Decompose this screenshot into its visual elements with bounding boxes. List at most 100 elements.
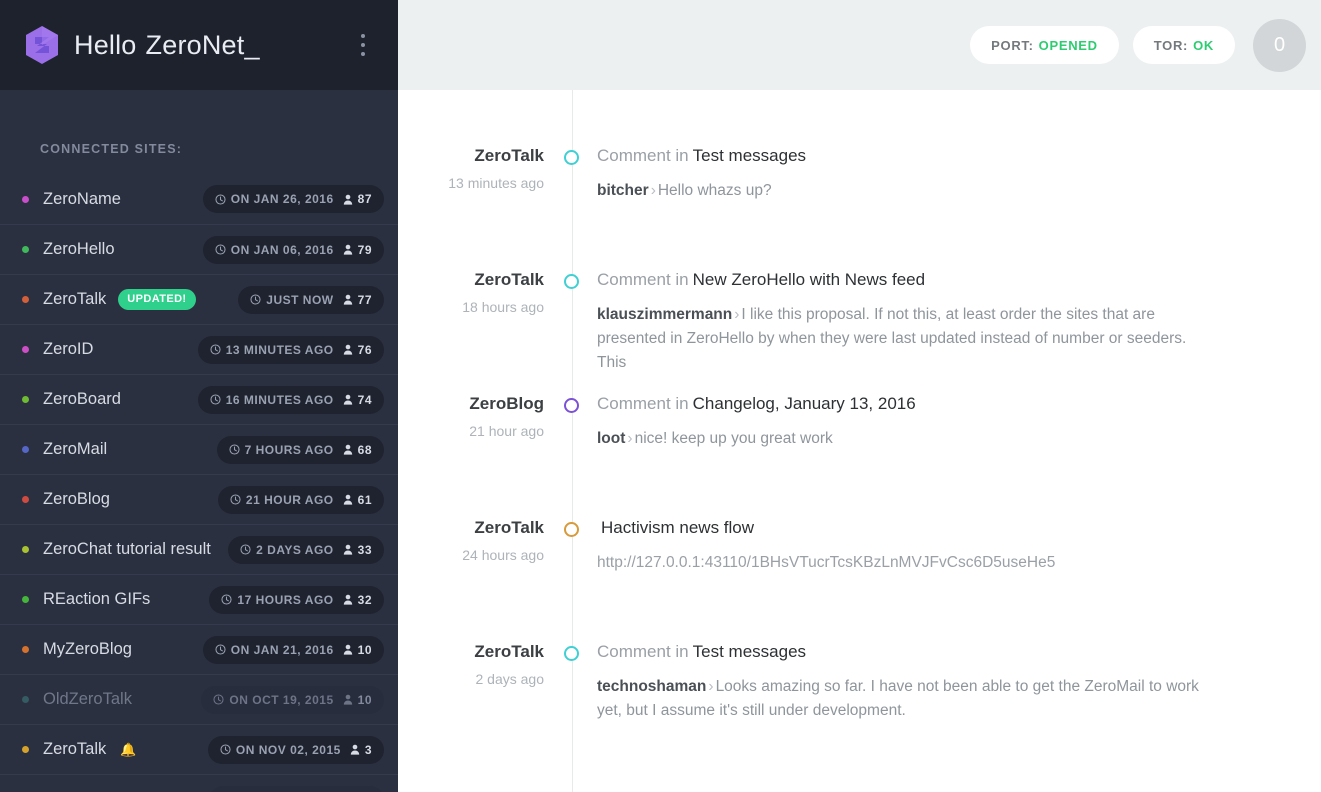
feed-timestamp: 24 hours ago: [398, 547, 544, 563]
site-peer-count: 33: [358, 543, 372, 557]
kebab-menu-icon[interactable]: [350, 29, 376, 61]
feed-meta: ZeroTalk 2 days ago: [398, 643, 558, 767]
connected-sites-label: CONNECTED SITES:: [0, 90, 398, 174]
site-last-updated: 2 DAYS AGO: [256, 543, 333, 557]
tor-status-badge[interactable]: TOR: OK: [1133, 26, 1235, 64]
feed-title-row[interactable]: Comment inTest messages: [597, 643, 1291, 660]
port-status-badge[interactable]: PORT: OPENED: [970, 26, 1119, 64]
site-meta-pill: ON DEC 12, 20153: [209, 786, 384, 792]
feed-content: Comment inTest messagestechnoshaman›Look…: [558, 643, 1321, 767]
site-peer-count: 68: [358, 443, 372, 457]
site-name: ZeroID: [43, 340, 93, 359]
feed-site-name: ZeroBlog: [398, 395, 544, 412]
feed-link[interactable]: http://127.0.0.1:43110/1BHsVTucrTcsKBzLn…: [597, 551, 1202, 575]
site-name: ZeroTalk: [43, 290, 106, 309]
sidebar-site-row[interactable]: REaction GIFs17 HOURS AGO32: [0, 574, 398, 624]
status-bar: PORT: OPENED TOR: OK 0: [398, 0, 1321, 90]
sidebar-site-row[interactable]: ZeroID 13 MINUTES AGO 76: [0, 324, 398, 374]
site-status-dot: [22, 196, 29, 203]
port-value: OPENED: [1039, 38, 1098, 53]
avatar-glyph: 0: [1274, 34, 1285, 57]
site-status-dot: [22, 646, 29, 653]
site-peer-count: 79: [358, 243, 372, 257]
feed-comment-prefix: Comment in: [597, 270, 689, 289]
feed-author: bitcher: [597, 182, 649, 199]
feed-site-name: ZeroTalk: [398, 271, 544, 288]
site-last-updated: JUST NOW: [266, 293, 333, 307]
feed-title: Test messages: [693, 642, 806, 661]
sidebar-site-row[interactable]: MyZeroBlogON JAN 21, 201610: [0, 624, 398, 674]
site-name: MyZeroBlog: [43, 640, 132, 659]
feed-author: loot: [597, 430, 625, 447]
feed-separator: ›: [734, 306, 739, 323]
site-name: ZeroTalk: [43, 740, 106, 759]
site-status-dot: [22, 296, 29, 303]
site-peer-count: 76: [358, 343, 372, 357]
feed-marker-icon: [564, 522, 579, 537]
feed-item[interactable]: ZeroTalk18 hours agoComment inNew ZeroHe…: [398, 271, 1321, 395]
sidebar-site-row[interactable]: ZeroHelloON JAN 06, 201679: [0, 224, 398, 274]
feed-content: Hactivism news flow http://127.0.0.1:4311…: [558, 519, 1321, 643]
site-meta-pill: ON NOV 02, 20153: [208, 736, 384, 764]
feed-item[interactable]: ZeroTalk13 minutes agoComment inTest mes…: [398, 147, 1321, 271]
site-meta-pill: ON OCT 19, 201510: [201, 686, 384, 714]
site-meta-pill: 17 HOURS AGO32: [209, 586, 384, 614]
site-meta-pill: 7 HOURS AGO 68: [217, 436, 384, 464]
sidebar-site-row[interactable]: ZeroBoard16 MINUTES AGO74: [0, 374, 398, 424]
site-status-dot: [22, 346, 29, 353]
feed-separator: ›: [651, 182, 656, 199]
feed-comment-prefix: Comment in: [597, 146, 689, 165]
feed-item[interactable]: ZeroTalk24 hours agoHactivism news flowh…: [398, 519, 1321, 643]
sidebar-site-row[interactable]: ZeroNet binON DEC 12, 20153: [0, 774, 398, 792]
feed-item[interactable]: ZeroTalk 2 days ago Comment inTest message…: [398, 643, 1321, 767]
site-meta-pill: ON JAN 26, 2016 87: [203, 185, 384, 213]
site-peer-count: 87: [358, 192, 372, 206]
site-status-dot: [22, 546, 29, 553]
feed-title: Test messages: [693, 146, 806, 165]
site-peer-count: 61: [358, 493, 372, 507]
feed-separator: ›: [708, 678, 713, 695]
main-panel: PORT: OPENED TOR: OK 0 ZeroTalk13 minute…: [398, 0, 1321, 792]
port-label: PORT:: [991, 38, 1034, 53]
site-last-updated: 7 HOURS AGO: [245, 443, 334, 457]
site-name: OldZeroTalk: [43, 690, 132, 709]
feed-marker-icon: [564, 274, 579, 289]
sidebar-site-row[interactable]: OldZeroTalk ON OCT 19, 201510: [0, 674, 398, 724]
sidebar-site-row[interactable]: ZeroMail7 HOURS AGO68: [0, 424, 398, 474]
feed-comment-prefix: Comment in: [597, 642, 689, 661]
sidebar-site-row[interactable]: ZeroBlog21 HOUR AGO61: [0, 474, 398, 524]
sidebar-site-row[interactable]: ZeroChat tutorial result2 DAYS AGO33: [0, 524, 398, 574]
avatar[interactable]: 0: [1253, 19, 1306, 72]
feed-excerpt: bitcher›Hello whazs up?: [597, 179, 1202, 203]
feed-message: Hello whazs up?: [658, 182, 772, 199]
feed-content: Comment inTest messages bitcher›Hello wha…: [558, 147, 1321, 271]
feed-title-row[interactable]: Hactivism news flow: [597, 519, 1291, 536]
feed-comment-prefix: Comment in: [597, 394, 689, 413]
zeronet-hexagon-logo-icon: [24, 25, 60, 65]
site-peer-count: 32: [358, 593, 372, 607]
sidebar-site-row[interactable]: ZeroTalk🔔ON NOV 02, 20153: [0, 724, 398, 774]
feed-title-row[interactable]: Comment inTest messages: [597, 147, 1291, 164]
site-status-dot: [22, 446, 29, 453]
site-meta-pill: 16 MINUTES AGO74: [198, 386, 384, 414]
site-status-dot: [22, 396, 29, 403]
kebab-dot: [361, 34, 365, 38]
sidebar-site-row[interactable]: ZeroTalkUPDATED!JUST NOW77: [0, 274, 398, 324]
feed-title-row[interactable]: Comment inChangelog, January 13, 2016: [597, 395, 1291, 412]
feed-timestamp: 2 days ago: [398, 671, 544, 687]
page-title: HelloZeroNet_: [74, 30, 260, 61]
site-status-dot: [22, 246, 29, 253]
site-last-updated: ON JAN 06, 2016: [231, 243, 334, 257]
tor-label: TOR:: [1154, 38, 1188, 53]
site-last-updated: 16 MINUTES AGO: [226, 393, 334, 407]
feed-separator: ›: [627, 430, 632, 447]
feed-item[interactable]: ZeroBlog21 hour agoComment inChangelog, …: [398, 395, 1321, 519]
feed-site-name: ZeroTalk: [398, 643, 544, 660]
site-last-updated: ON JAN 26, 2016: [231, 192, 334, 206]
feed-message: nice! keep up you great work: [635, 430, 833, 447]
feed-title-row[interactable]: Comment inNew ZeroHello with News feed: [597, 271, 1291, 288]
feed-site-name: ZeroTalk: [398, 147, 544, 164]
site-last-updated: 13 MINUTES AGO: [226, 343, 334, 357]
sidebar-header: HelloZeroNet_: [0, 0, 398, 90]
sidebar-site-row[interactable]: ZeroNameON JAN 26, 201687: [0, 174, 398, 224]
